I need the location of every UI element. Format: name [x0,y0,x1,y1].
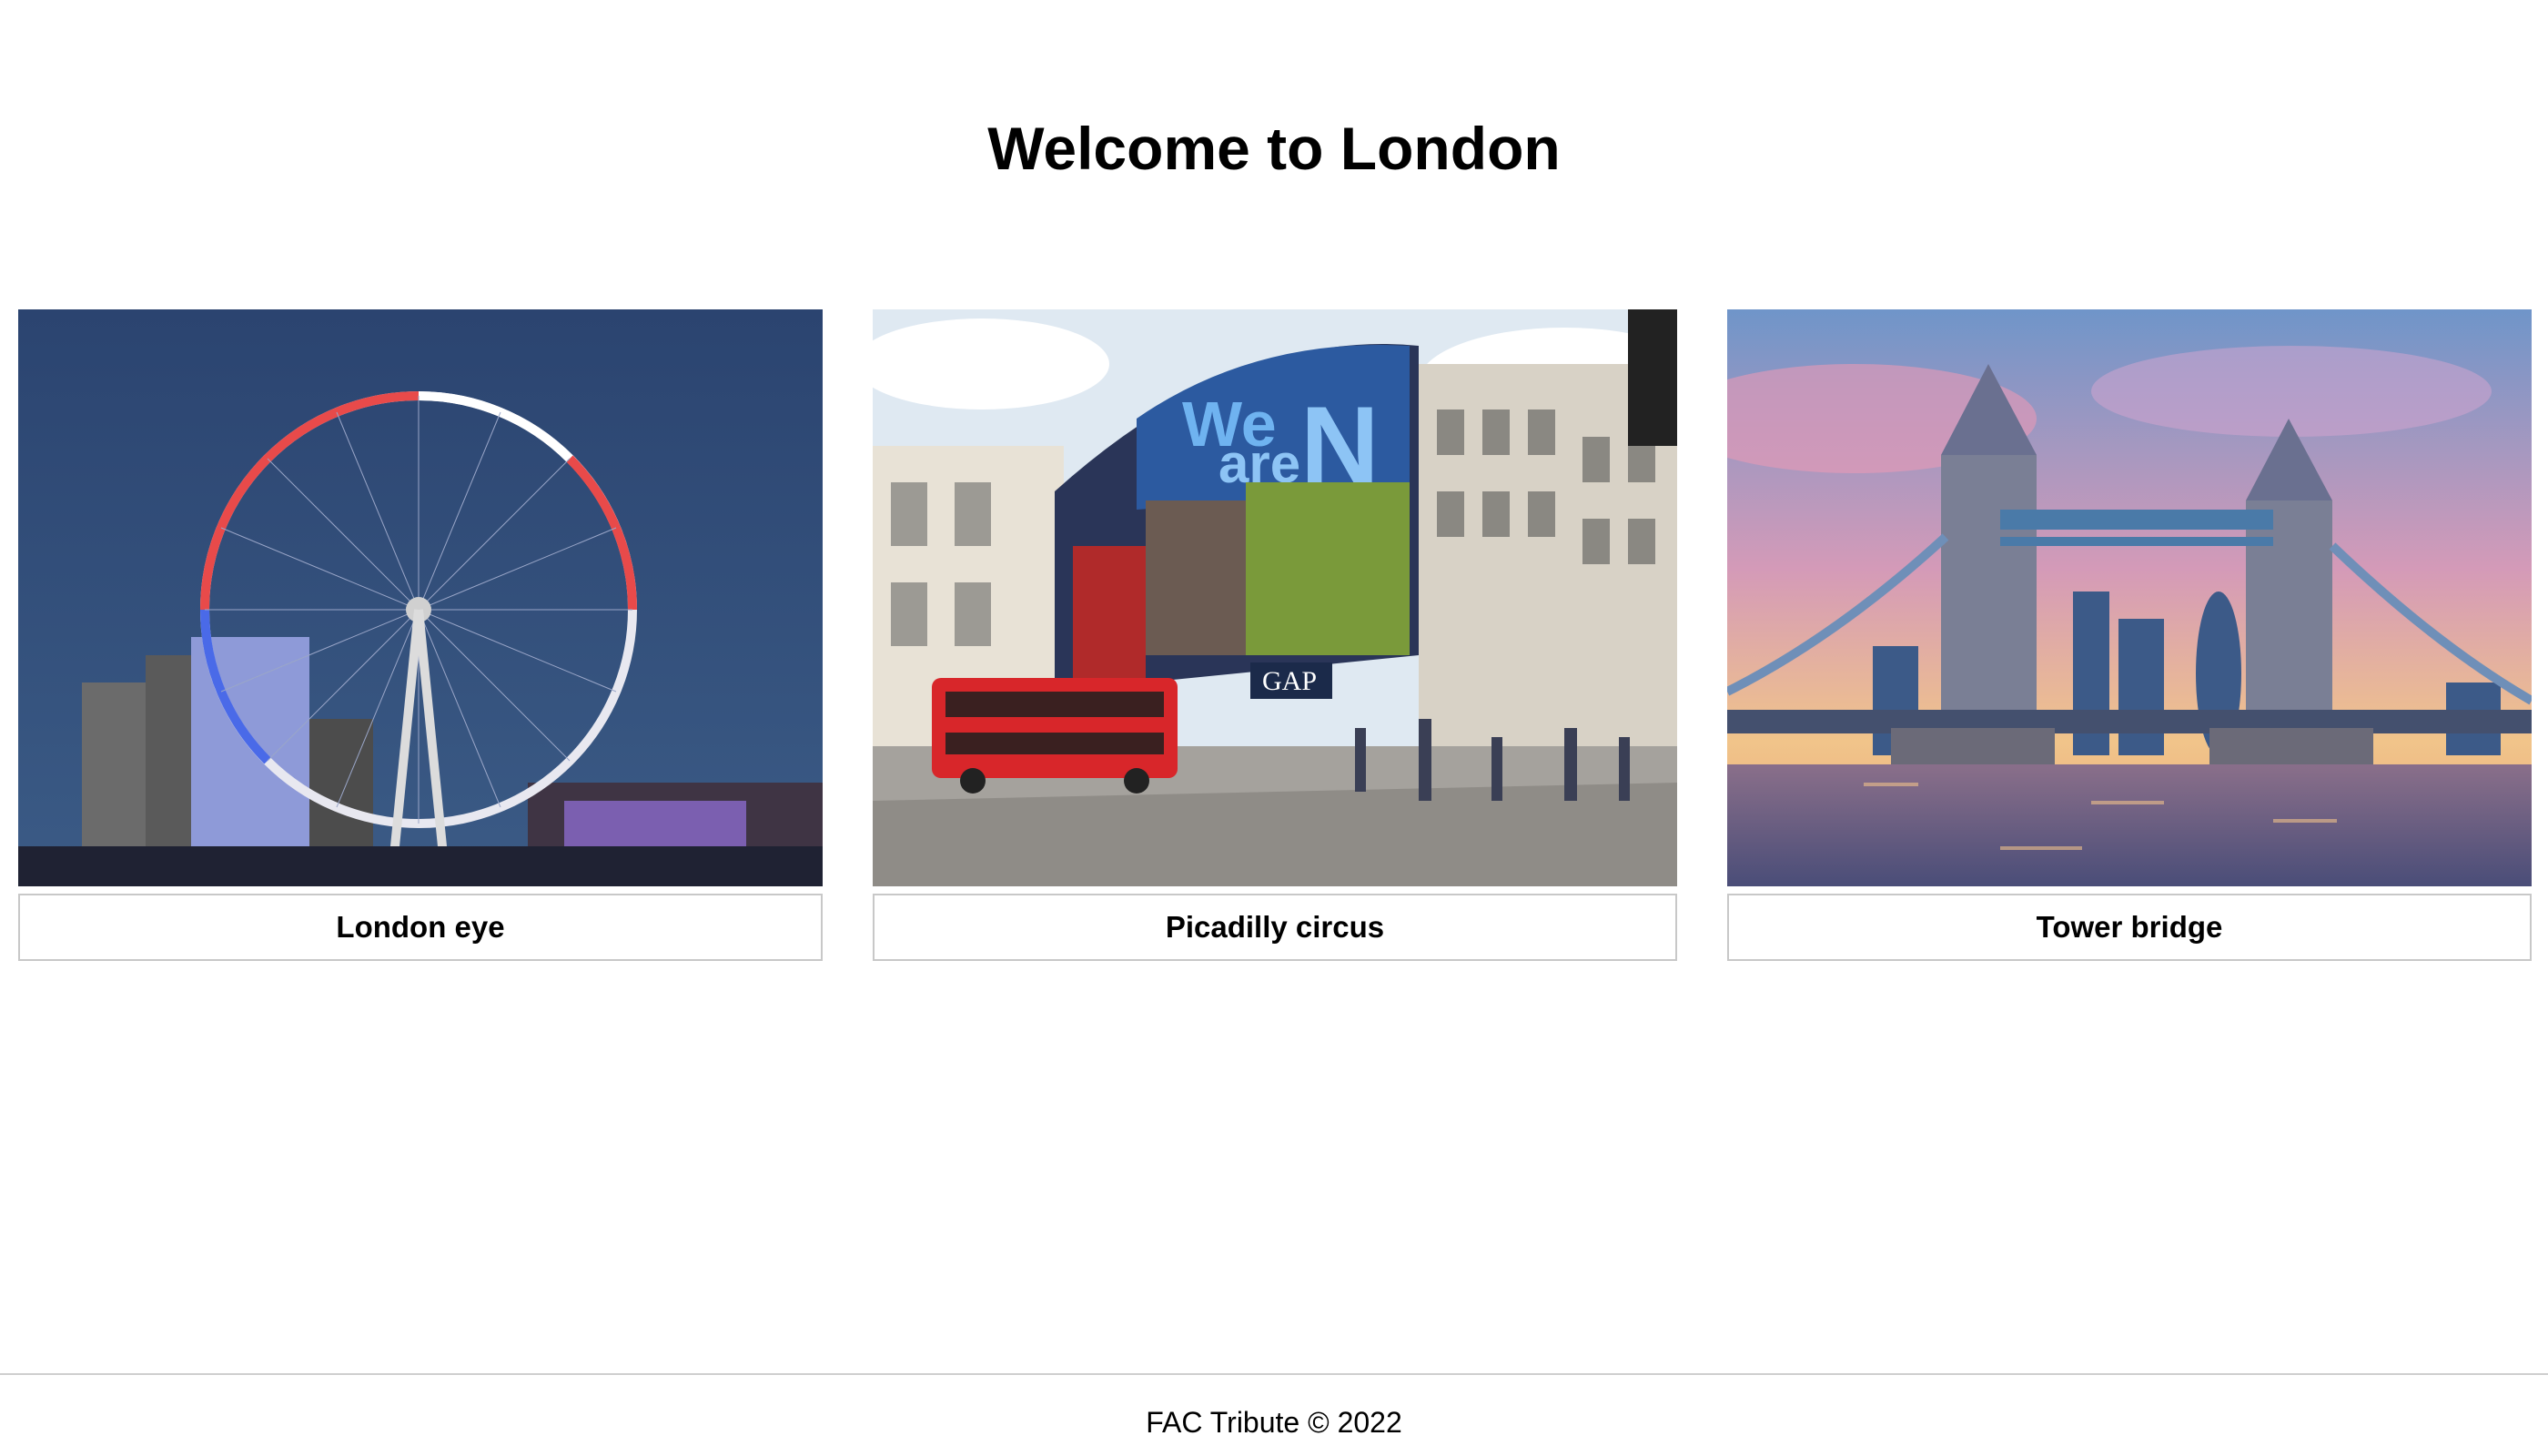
page-title: Welcome to London [987,115,1561,182]
card-tower-bridge[interactable]: Tower bridge [1727,309,2532,961]
picadilly-circus-photo[interactable]: We are N GAP [873,309,1677,886]
page: Welcome to London London eye We are N GA… [0,0,2548,1456]
card-london-eye[interactable]: London eye [18,309,823,961]
footer-text: FAC Tribute © 2022 [1146,1406,1402,1439]
card-caption: London eye [18,894,823,961]
gap-store-sign: GAP [1262,666,1317,696]
card-caption: Picadilly circus [873,894,1677,961]
card-picadilly-circus[interactable]: We are N GAP Picadilly circus [873,309,1677,961]
card-caption: Tower bridge [1727,894,2532,961]
footer-divider [0,1373,2548,1375]
tower-bridge-photo[interactable] [1727,309,2532,886]
london-eye-photo[interactable] [18,309,823,886]
